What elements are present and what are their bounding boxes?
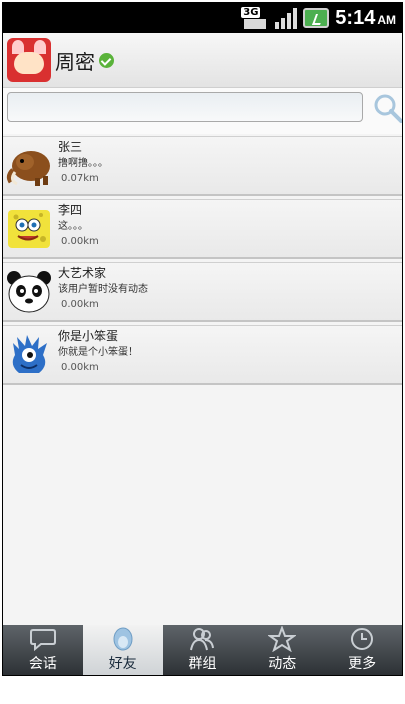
friend-list: 张三 撸啊撸。。。 0.07km 李四 这。。。 0.00km 大艺术家 该用户… (3, 136, 402, 388)
profile-name: 周密 (55, 49, 95, 74)
friend-message: 你就是个小笨蛋！ (58, 347, 138, 358)
friend-penguin-icon (113, 627, 133, 651)
list-item[interactable]: 张三 撸啊撸。。。 0.07km (3, 136, 402, 196)
list-item[interactable]: 李四 这。。。 0.00km (3, 199, 402, 259)
sponge-avatar-icon (8, 210, 50, 248)
signal-icon (275, 7, 298, 29)
status-clock: 5:14 AM (335, 7, 396, 30)
friend-name: 大艺术家 (58, 266, 107, 280)
tab-label: 动态 (268, 656, 297, 672)
app-window: 3G 5:14 AM 周密 张三 撸啊撸。。。 0.07km 李四 这。。。 0… (2, 2, 403, 676)
tab-chat[interactable]: 会话 (3, 625, 83, 675)
bottom-tab-bar: 会话 好友 群组 动态 更多 (3, 625, 402, 675)
search-bar (3, 88, 402, 134)
tab-groups[interactable]: 群组 (163, 625, 243, 675)
chat-bubble-icon (29, 629, 56, 652)
verified-check-icon (99, 52, 114, 68)
friend-name: 你是小笨蛋 (58, 329, 119, 343)
clock-more-icon (351, 628, 374, 650)
friend-name: 李四 (58, 203, 83, 217)
list-item[interactable]: 大艺术家 该用户暂时没有动态 0.00km (3, 262, 402, 322)
tab-friends[interactable]: 好友 (82, 625, 163, 675)
star-icon (268, 626, 297, 652)
tab-feed[interactable]: 动态 (242, 625, 322, 675)
friend-message: 撸啊撸。。。 (58, 158, 108, 169)
panda-avatar-icon (7, 271, 51, 313)
network-3g-icon: 3G (241, 7, 269, 29)
list-item[interactable]: 你是小笨蛋 你就是个小笨蛋！ 0.00km (3, 325, 402, 385)
mammoth-avatar-icon (6, 151, 50, 186)
friend-distance: 0.00km (61, 236, 99, 247)
tab-label: 会话 (28, 656, 57, 672)
friend-name: 张三 (58, 140, 83, 154)
status-bar: 3G 5:14 AM (3, 3, 402, 33)
clock-ampm: AM (377, 12, 396, 27)
friend-message: 这。。。 (58, 221, 88, 232)
group-icon (190, 628, 215, 651)
tab-more[interactable]: 更多 (322, 625, 402, 675)
blue-monster-avatar-icon (12, 335, 47, 373)
profile-header: 周密 (3, 33, 402, 88)
battery-charging-icon (303, 8, 330, 28)
fox-avatar-icon[interactable] (7, 38, 51, 82)
friend-distance: 0.07km (61, 173, 99, 184)
search-icon[interactable] (373, 93, 403, 123)
clock-time: 5:14 (335, 6, 376, 29)
tab-label: 群组 (188, 656, 217, 672)
friend-message: 该用户暂时没有动态 (58, 284, 148, 295)
friend-distance: 0.00km (61, 299, 99, 310)
search-input[interactable] (7, 92, 363, 122)
network-label: 3G (241, 7, 261, 18)
tab-label: 更多 (348, 656, 377, 672)
friend-distance: 0.00km (61, 362, 99, 373)
tab-label: 好友 (108, 656, 137, 672)
